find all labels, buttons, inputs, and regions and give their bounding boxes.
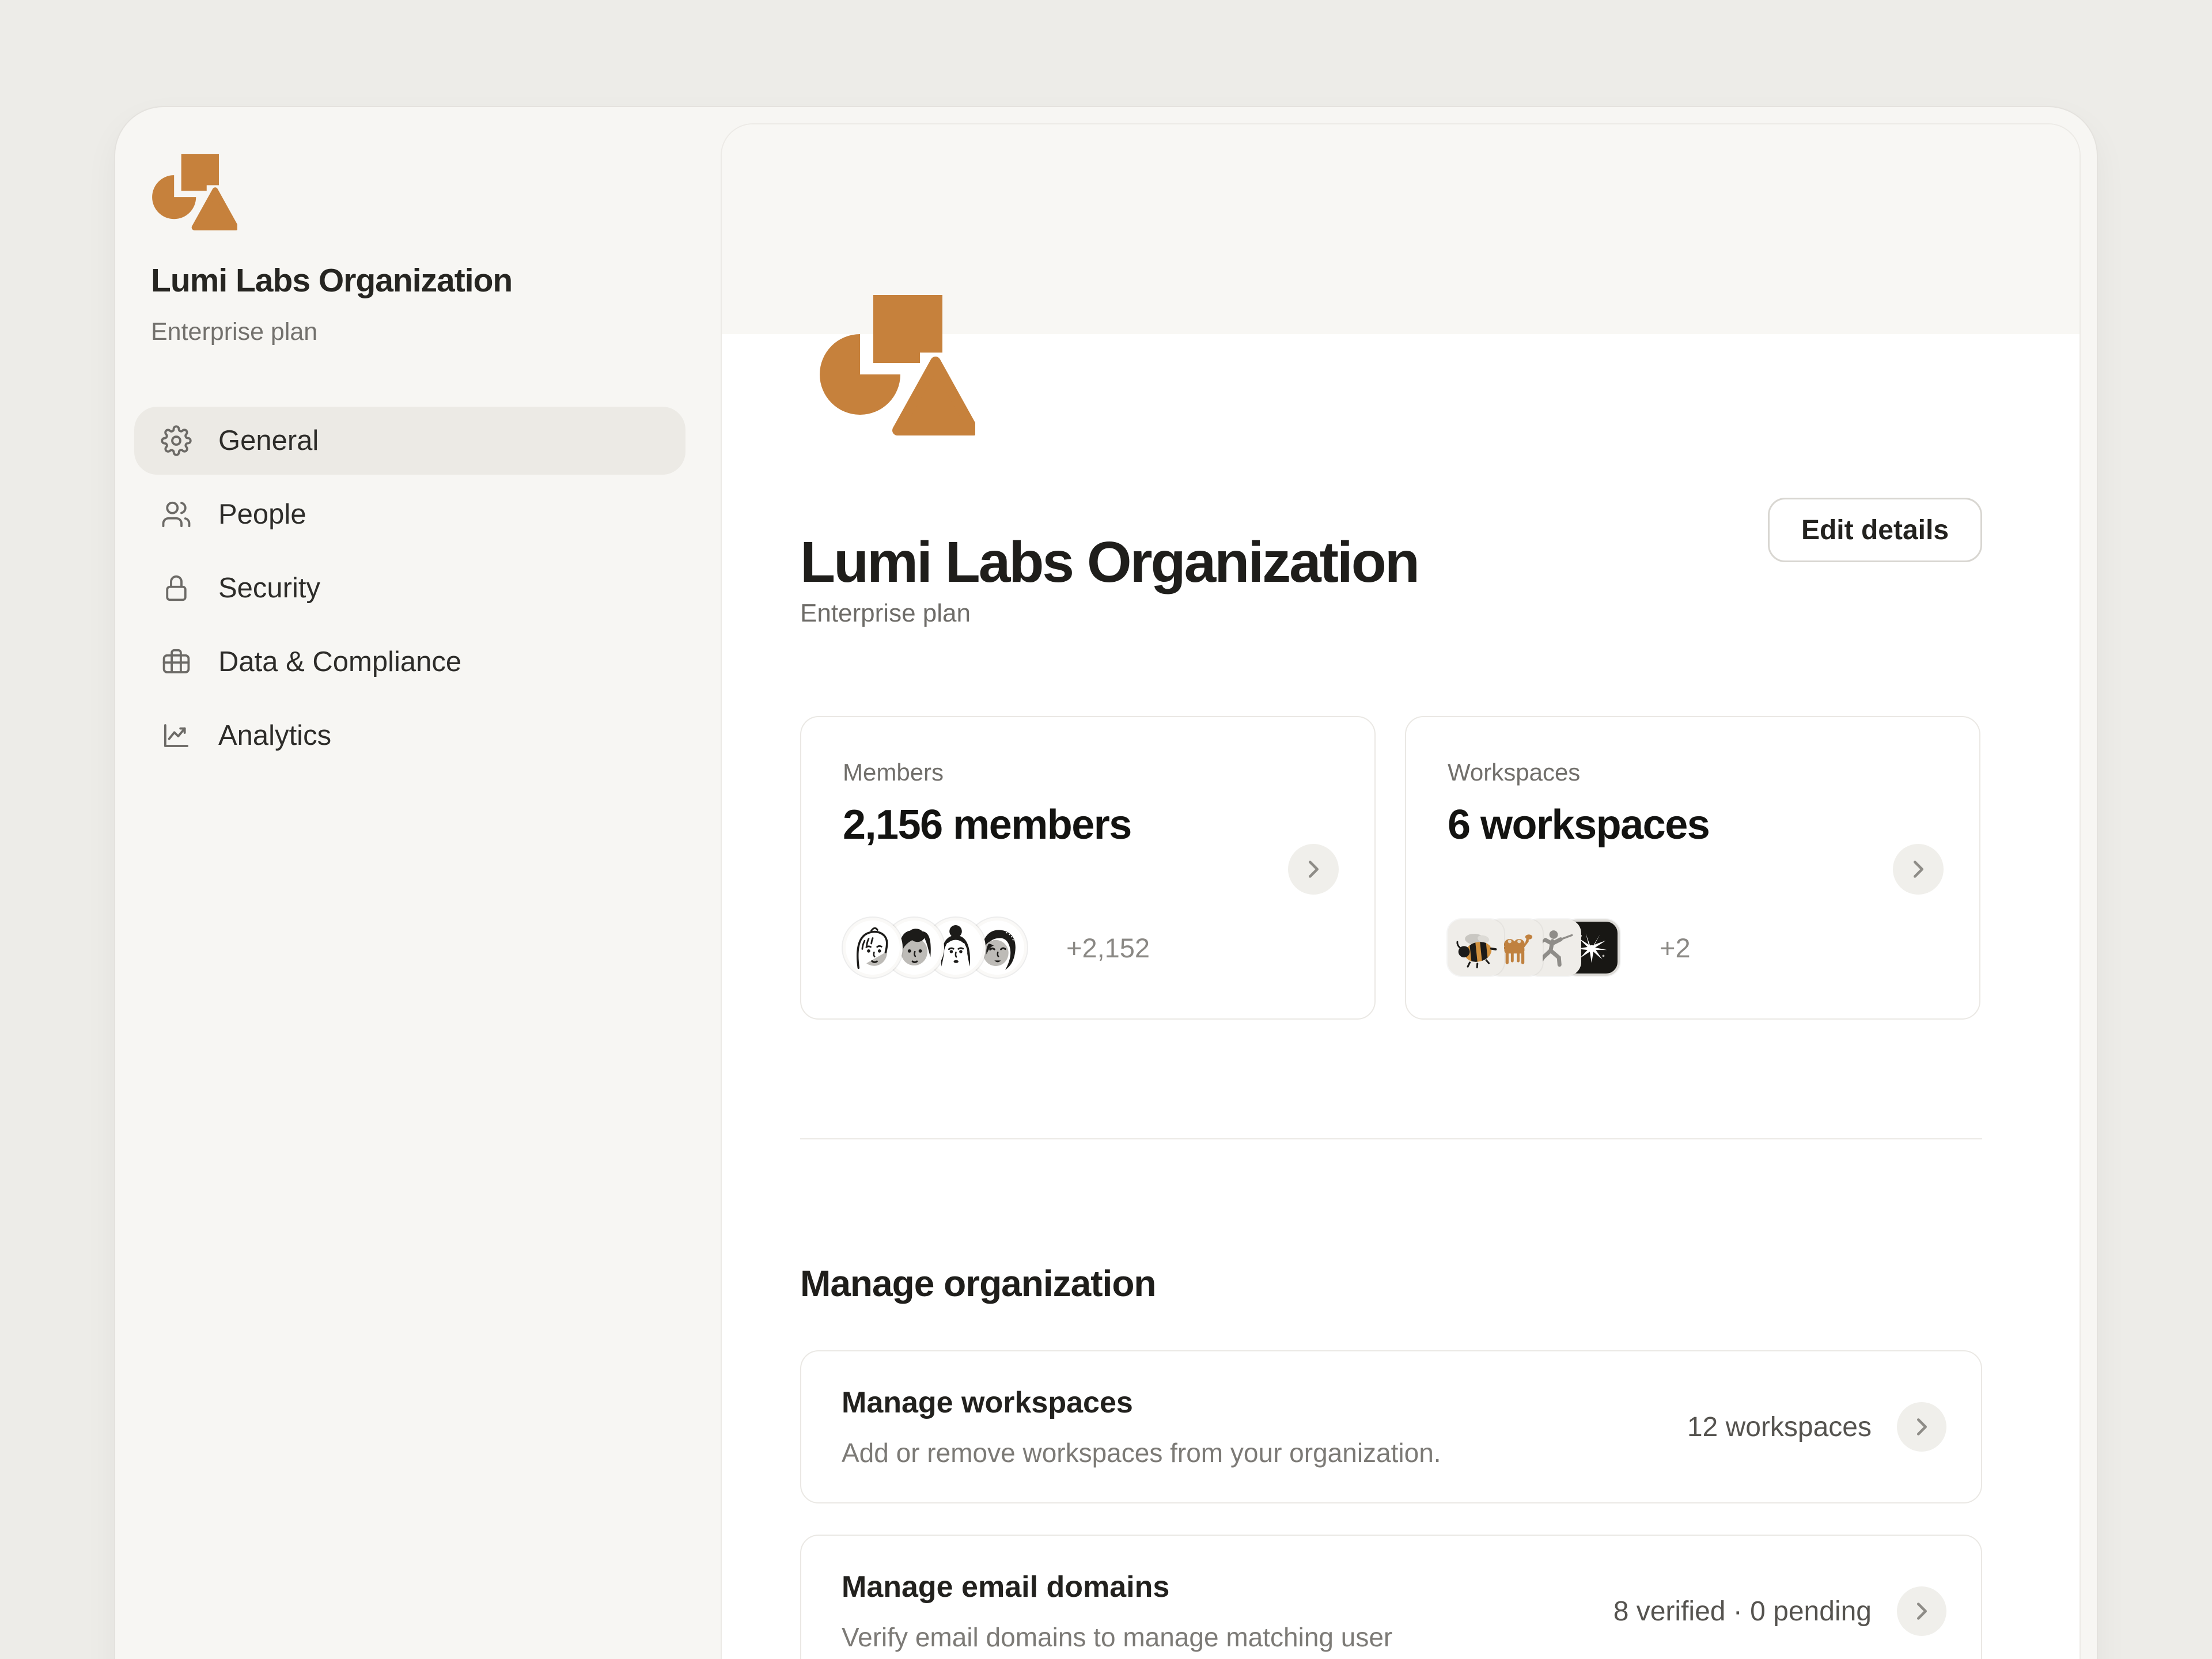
sidebar-item-general[interactable]: General — [134, 407, 685, 475]
section-divider — [800, 1138, 1982, 1139]
users-icon — [161, 499, 192, 530]
members-card[interactable]: Members 2,156 members — [800, 716, 1376, 1020]
page-background: Lumi Labs Organization Enterprise plan G… — [0, 0, 2212, 1659]
workspaces-tiles-row: +2 — [1448, 915, 1691, 980]
stats-row: Members 2,156 members — [800, 716, 1980, 1020]
workspaces-card[interactable]: Workspaces 6 workspaces — [1405, 716, 1980, 1020]
sidebar-item-label: General — [218, 425, 319, 457]
sidebar-item-people[interactable]: People — [134, 480, 685, 548]
manage-email-domains-meta: 8 verified · 0 pending — [1613, 1586, 1946, 1636]
manage-workspaces-chevron-button[interactable] — [1897, 1402, 1946, 1452]
sidebar-item-security[interactable]: Security — [134, 554, 685, 622]
edit-details-button[interactable]: Edit details — [1768, 498, 1982, 562]
sidebar: Lumi Labs Organization Enterprise plan G… — [115, 107, 722, 1659]
members-chevron-button[interactable] — [1288, 844, 1339, 895]
sidebar-item-label: Security — [218, 572, 320, 604]
page-title: Lumi Labs Organization — [800, 529, 1418, 596]
manage-workspaces-meta: 12 workspaces — [1687, 1402, 1946, 1452]
manage-email-domains-text: Manage email domains Verify email domain… — [842, 1570, 1392, 1653]
manage-section-title: Manage organization — [800, 1262, 1156, 1305]
manage-email-domains-row[interactable]: Manage email domains Verify email domain… — [800, 1535, 1982, 1659]
manage-email-domains-chevron-button[interactable] — [1897, 1586, 1946, 1636]
main-panel: Lumi Labs Organization Edit details Ente… — [722, 124, 2080, 1659]
org-logo-large-icon — [819, 294, 975, 438]
sidebar-nav: General People Security — [134, 407, 685, 775]
chevron-right-icon — [1905, 856, 1931, 882]
sidebar-item-data-compliance[interactable]: Data & Compliance — [134, 628, 685, 696]
manage-row-description: Verify email domains to manage matching … — [842, 1622, 1392, 1653]
gear-icon — [161, 425, 192, 456]
manage-row-value: 12 workspaces — [1687, 1411, 1872, 1443]
chevron-right-icon — [1908, 1598, 1935, 1624]
manage-workspaces-row[interactable]: Manage workspaces Add or remove workspac… — [800, 1350, 1982, 1503]
sidebar-item-label: People — [218, 498, 306, 531]
org-logo-icon — [151, 153, 237, 232]
briefcase-icon — [161, 646, 192, 677]
lock-icon — [161, 573, 192, 604]
chevron-right-icon — [1300, 856, 1327, 882]
manage-row-description: Add or remove workspaces from your organ… — [842, 1437, 1441, 1468]
sidebar-item-label: Analytics — [218, 719, 331, 752]
members-overflow-count: +2,152 — [1066, 932, 1150, 964]
members-avatars-row: +2,152 — [843, 915, 1150, 980]
sidebar-item-label: Data & Compliance — [218, 646, 461, 678]
manage-row-title: Manage workspaces — [842, 1385, 1441, 1420]
workspaces-card-value: 6 workspaces — [1448, 801, 1709, 849]
members-card-value: 2,156 members — [843, 801, 1131, 849]
sidebar-org-name: Lumi Labs Organization — [151, 262, 692, 300]
chart-trend-icon — [161, 720, 192, 751]
app-window: Lumi Labs Organization Enterprise plan G… — [115, 107, 2097, 1659]
workspaces-overflow-count: +2 — [1660, 932, 1691, 964]
members-card-label: Members — [843, 759, 944, 786]
chevron-right-icon — [1908, 1414, 1935, 1440]
manage-workspaces-text: Manage workspaces Add or remove workspac… — [842, 1385, 1441, 1468]
plan-label: Enterprise plan — [800, 599, 971, 628]
manage-row-value: 8 verified · 0 pending — [1613, 1596, 1872, 1627]
sidebar-org-plan: Enterprise plan — [151, 318, 317, 346]
sidebar-item-analytics[interactable]: Analytics — [134, 702, 685, 770]
manage-row-title: Manage email domains — [842, 1570, 1392, 1604]
workspaces-chevron-button[interactable] — [1893, 844, 1944, 895]
workspaces-card-label: Workspaces — [1448, 759, 1580, 786]
avatar-face-light-hair-icon — [843, 918, 903, 978]
workspace-bee-icon — [1448, 919, 1504, 976]
